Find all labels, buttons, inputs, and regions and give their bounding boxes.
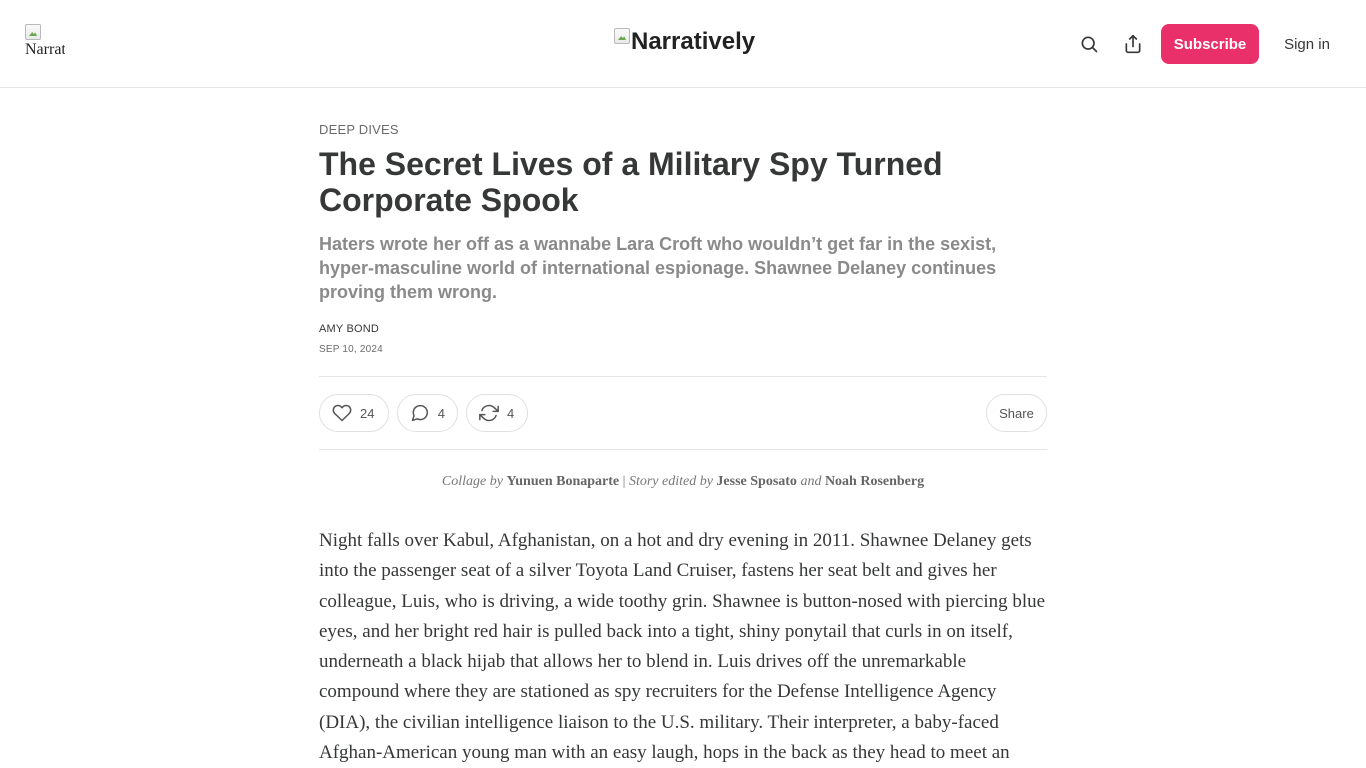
image-credits: Collage by Yunuen Bonaparte | Story edit… — [319, 474, 1047, 490]
article-body-paragraph: Night falls over Kabul, Afghanistan, on … — [319, 530, 1046, 764]
restack-icon — [479, 404, 499, 422]
publish-date: SEP 10, 2024 — [319, 344, 383, 355]
heart-icon — [332, 404, 352, 422]
broken-image-icon — [614, 28, 630, 44]
wordmark-alt-text: Narratively — [631, 28, 756, 55]
sign-in-link[interactable]: Sign in — [1272, 24, 1342, 64]
restack-button[interactable]: 4 — [466, 394, 528, 432]
narratively-wordmark[interactable]: Narratively — [614, 26, 755, 58]
credit-collage-label: Collage by — [441, 474, 503, 489]
comment-count: 4 — [437, 405, 445, 421]
credit-collage-artist: Yunuen Bonaparte — [506, 474, 620, 489]
restack-count: 4 — [507, 405, 515, 421]
comment-button[interactable]: 4 — [397, 394, 458, 432]
narratively-logo-small[interactable]: Narratively — [25, 24, 65, 64]
divider — [319, 376, 1047, 377]
share-page-button[interactable] — [1113, 24, 1153, 64]
section-category-link[interactable]: DEEP DIVES — [319, 122, 399, 137]
author-name-link[interactable]: AMY BOND — [319, 323, 379, 335]
share-upload-icon — [1125, 34, 1141, 54]
comment-icon — [411, 404, 429, 422]
like-button[interactable]: 24 — [319, 394, 389, 432]
share-button[interactable]: Share — [986, 394, 1047, 432]
credit-editor-two: Noah Rosenberg — [824, 474, 925, 489]
divider — [319, 449, 1047, 450]
broken-image-icon — [25, 24, 41, 40]
credit-edited-label: Story edited by — [628, 474, 713, 489]
article-title: The Secret Lives of a Military Spy Turne… — [319, 146, 943, 218]
search-icon — [1081, 36, 1098, 53]
search-button[interactable] — [1069, 24, 1109, 64]
like-count: 24 — [360, 405, 375, 421]
logo-alt-text: Narratively — [25, 41, 65, 58]
article-subtitle: Haters wrote her off as a wannabe Lara C… — [319, 234, 997, 302]
top-navigation-bar: Narratively Narratively Subscribe Sign i… — [0, 0, 1366, 88]
credit-separator: | — [622, 474, 626, 489]
credit-and: and — [800, 474, 822, 489]
subscribe-button[interactable]: Subscribe — [1161, 24, 1259, 64]
credit-editor-one: Jesse Sposato — [716, 474, 797, 489]
